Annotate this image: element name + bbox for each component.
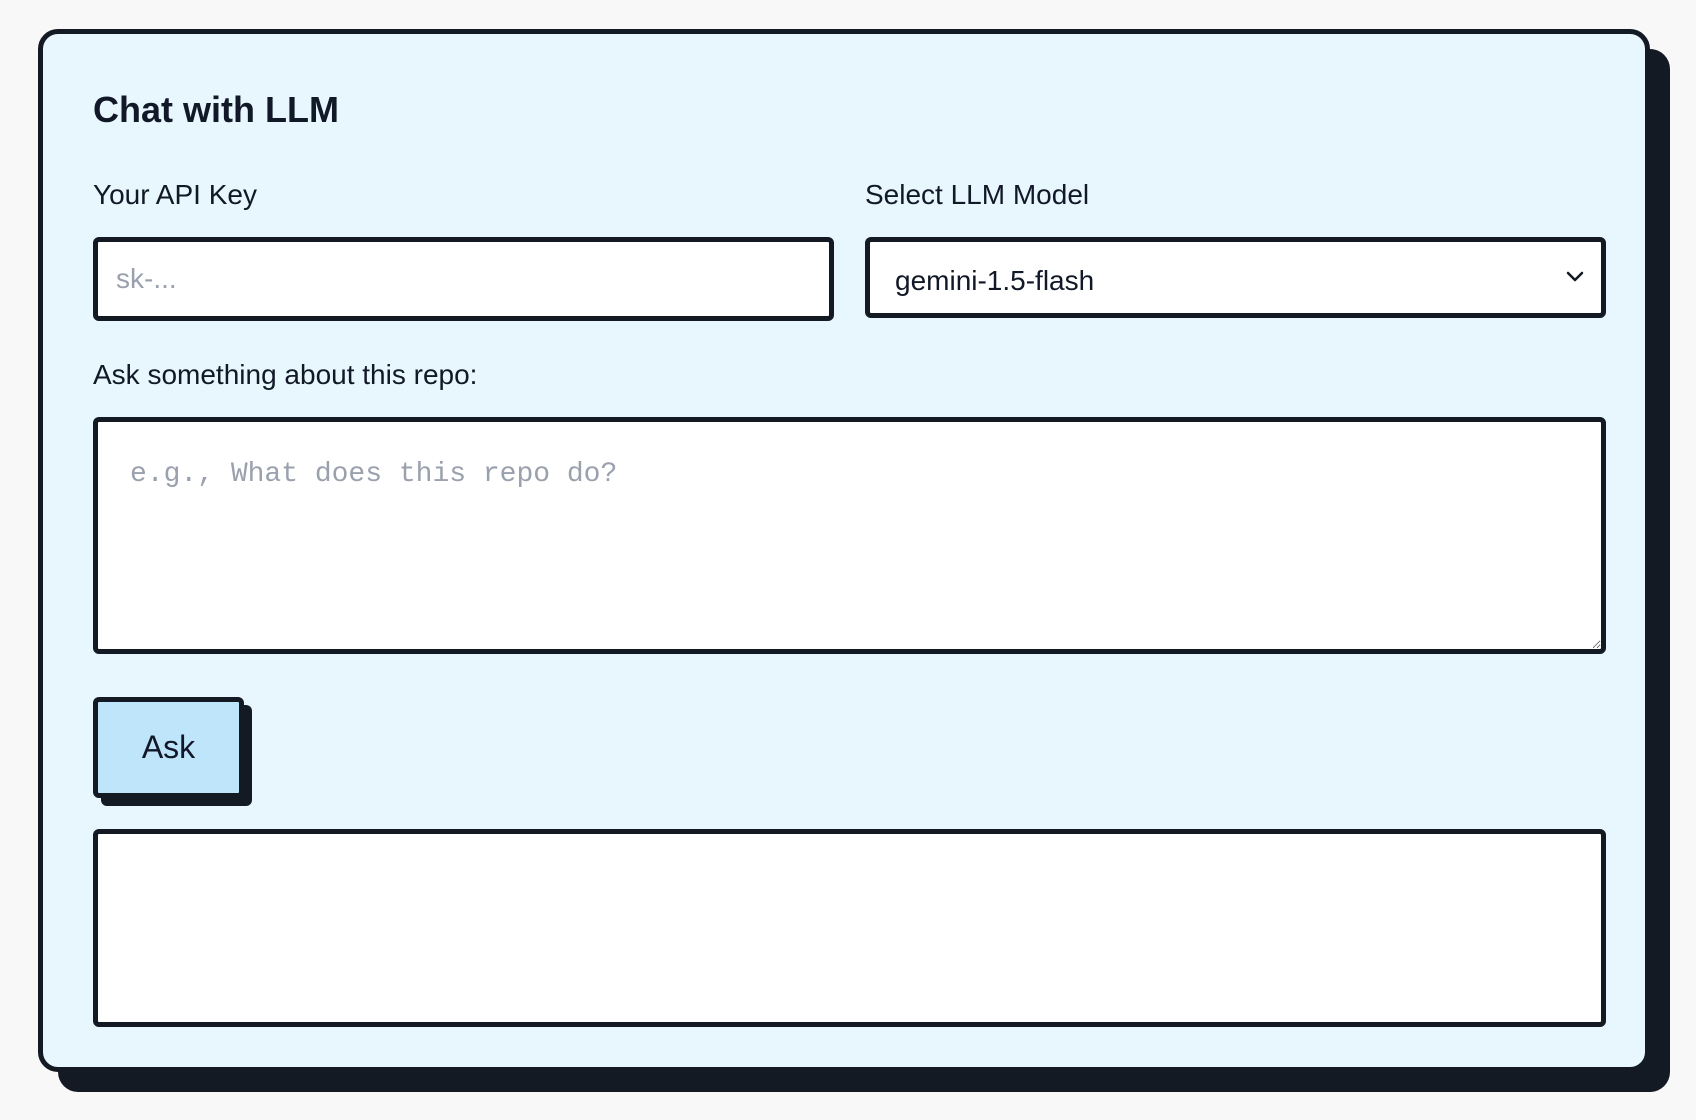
ask-button[interactable]: Ask [93, 697, 244, 798]
response-output [93, 829, 1606, 1027]
model-select-label: Select LLM Model [865, 179, 1090, 210]
card-title: Chat with LLM [93, 89, 339, 130]
api-key-label: Your API Key [93, 179, 257, 210]
model-select-value: gemini-1.5-flash [895, 265, 1095, 296]
question-label: Ask something about this repo: [93, 359, 478, 390]
chat-card: Chat with LLM Your API Key Select LLM Mo… [38, 29, 1650, 1072]
model-select[interactable]: gemini-1.5-flash [865, 237, 1606, 318]
chevron-down-icon [1565, 266, 1585, 286]
api-key-input[interactable] [93, 237, 834, 321]
question-textarea[interactable] [93, 417, 1606, 654]
